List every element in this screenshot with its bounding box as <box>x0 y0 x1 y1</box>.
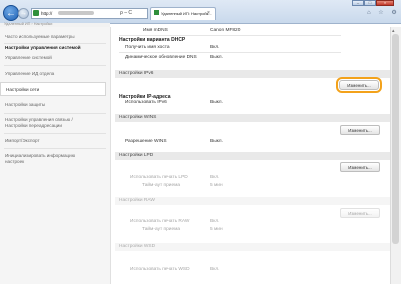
raw-section-header: Настройки RAW <box>115 197 390 205</box>
lpd-use-label: Использовать печать LPD <box>130 175 188 180</box>
wins-resolution-label: Разрешение WINS <box>125 139 167 144</box>
breadcrumb: Удаленный ИП › Настройки <box>4 22 53 26</box>
lpd-section-header: Настройки LPD <box>115 152 390 160</box>
window-controls: – □ × <box>352 0 394 6</box>
sidebar-divider <box>4 113 106 114</box>
ipv6-use-value: Выкл. <box>210 100 223 105</box>
tab-title: Удаленный ИП: Настройк... <box>161 11 212 16</box>
url-redacted <box>58 11 94 15</box>
maximize-button[interactable]: □ <box>364 0 376 6</box>
close-window-button[interactable]: × <box>376 0 394 6</box>
back-arrow-icon: ← <box>6 7 16 19</box>
sidebar: Часто используемые параметры Настройки у… <box>0 27 111 284</box>
mdns-label: Имя mDNS <box>143 28 168 33</box>
lpd-use-value: Вкл. <box>210 175 220 180</box>
forward-button[interactable]: → <box>18 8 29 19</box>
raw-use-label: Использовать печать RAW <box>130 219 190 224</box>
raw-edit-button[interactable]: Изменить... <box>340 208 380 218</box>
sidebar-divider <box>4 65 106 66</box>
scrollbar-thumb[interactable] <box>392 34 399 244</box>
hostname-label: Получить имя хоста <box>125 45 170 50</box>
forward-arrow-icon: → <box>20 10 27 17</box>
sidebar-item-security[interactable]: Настройки защиты <box>5 102 45 108</box>
ipv6-edit-button[interactable]: Изменить... <box>336 77 382 93</box>
sidebar-divider <box>4 43 106 44</box>
lpd-timeout-label: Тайм-аут приема <box>142 183 181 188</box>
url-text: http:// <box>41 11 53 16</box>
home-favorites-settings-icons[interactable]: ⌂ ☆ ⚙ <box>367 9 400 17</box>
tab-close-icon[interactable]: × <box>207 8 210 19</box>
dns-update-label: Динамическое обновление DNS <box>125 55 197 60</box>
sidebar-item-forwarding[interactable]: Настройки переадресации <box>5 123 62 129</box>
wsd-use-label: Использовать печать WSD <box>130 267 190 272</box>
back-button[interactable]: ← <box>3 5 19 21</box>
wins-section-header: Настройки WINS <box>115 114 390 122</box>
sidebar-divider <box>4 148 106 149</box>
raw-timeout-label: Тайм-аут приема <box>142 227 181 232</box>
wins-edit-button[interactable]: Изменить... <box>340 125 380 135</box>
sidebar-item-system-settings-heading: Настройки управления системой <box>5 45 81 50</box>
dns-update-value: Выкл. <box>210 55 223 60</box>
dhcp-subheading: Настройки варианта DHCP <box>119 37 186 43</box>
search-refresh-icons[interactable]: ρ – C <box>120 8 132 19</box>
minimize-button[interactable]: – <box>352 0 364 6</box>
row-divider <box>119 35 341 36</box>
raw-use-value: Вкл. <box>210 219 220 224</box>
sidebar-item-network[interactable]: Настройки сети <box>0 82 106 96</box>
sidebar-item-department-id[interactable]: Управление ИД отдела <box>5 71 54 77</box>
tab-favicon-icon <box>154 10 159 15</box>
lpd-edit-button[interactable]: Изменить... <box>340 162 380 172</box>
wins-resolution-value: Выкл. <box>210 139 223 144</box>
hostname-value: Вкл. <box>210 45 220 50</box>
ipv6-section-header: Настройки IPv6 <box>115 70 390 78</box>
raw-timeout-value: 5 мин <box>210 227 223 232</box>
sidebar-item-frequent[interactable]: Часто используемые параметры <box>5 34 75 40</box>
mdns-value: Canon MF820 <box>210 28 241 33</box>
sidebar-divider <box>4 133 106 134</box>
ipv6-use-label: Использовать IPv6 <box>125 100 167 105</box>
lpd-timeout-value: 5 мин <box>210 183 223 188</box>
wsd-use-value: Вкл. <box>210 267 220 272</box>
wsd-section-header: Настройки WSD <box>115 243 390 251</box>
sidebar-item-import-export[interactable]: Импорт/Экспорт <box>5 138 40 144</box>
sidebar-item-initialize-cont[interactable]: настроек <box>5 159 24 165</box>
site-favicon-icon <box>33 10 39 16</box>
row-divider <box>119 52 341 53</box>
sidebar-item-system-management[interactable]: Управление системой <box>5 55 52 61</box>
